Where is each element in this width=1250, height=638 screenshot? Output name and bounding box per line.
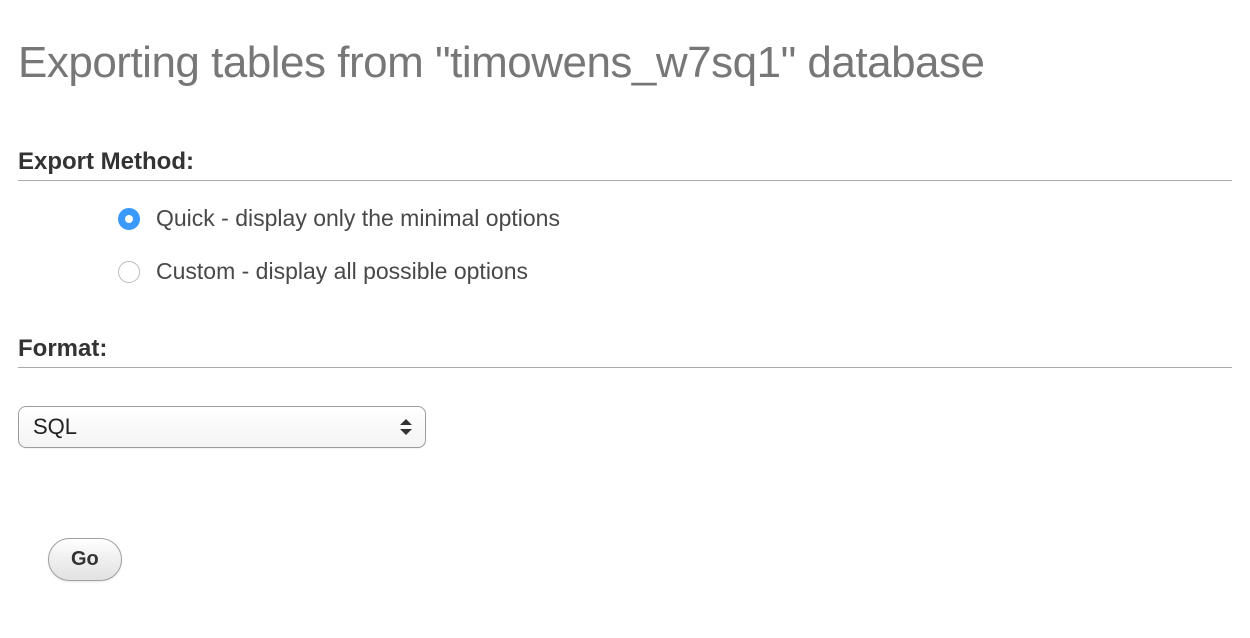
radio-quick-label[interactable]: Quick - display only the minimal options: [156, 205, 560, 232]
radio-row-quick: Quick - display only the minimal options: [118, 205, 1232, 232]
export-method-heading: Export Method:: [18, 148, 1232, 181]
radio-custom[interactable]: [118, 261, 140, 283]
go-button[interactable]: Go: [48, 538, 122, 581]
format-select[interactable]: SQL: [18, 406, 426, 448]
format-heading: Format:: [18, 335, 1232, 368]
export-method-section: Export Method: Quick - display only the …: [18, 148, 1232, 285]
radio-custom-label[interactable]: Custom - display all possible options: [156, 258, 528, 285]
radio-row-custom: Custom - display all possible options: [118, 258, 1232, 285]
format-section: Format: SQL: [18, 335, 1232, 448]
format-select-value: SQL: [33, 414, 77, 440]
page-title: Exporting tables from "timowens_w7sq1" d…: [18, 38, 1232, 88]
radio-quick[interactable]: [118, 208, 140, 230]
export-method-radio-group: Quick - display only the minimal options…: [18, 205, 1232, 285]
radio-dot-icon: [125, 215, 133, 223]
format-select-wrap: SQL: [18, 406, 426, 448]
